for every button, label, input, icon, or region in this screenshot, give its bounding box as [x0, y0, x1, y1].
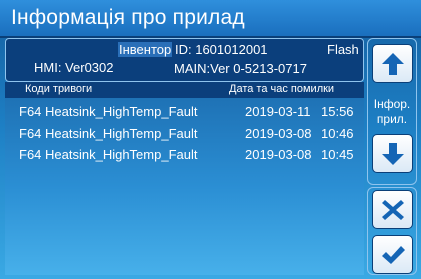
cancel-button[interactable] [372, 190, 413, 229]
main-version: MAIN:Ver 0-5213-0717 [174, 61, 307, 76]
device-info-label: Інфор. прил. [367, 97, 417, 127]
scroll-up-button[interactable] [372, 44, 413, 83]
device-info-panel: Інвентор ID: 1601012001 Flash HMI: Ver03… [5, 38, 364, 82]
confirm-button[interactable] [372, 235, 413, 274]
device-type-text: Інвентор [118, 42, 173, 57]
device-info-label-line1: Інфор. [373, 97, 411, 111]
alarm-time: 10:46 [321, 126, 354, 141]
table-row: F64 Heatsink_HighTemp_Fault 2019-03-11 1… [5, 103, 364, 122]
scroll-down-button[interactable] [372, 134, 413, 173]
alarm-table: Коди тривоги Дата та час помилки F64 Hea… [5, 82, 364, 275]
alarm-code: F64 Heatsink_HighTemp_Fault [19, 126, 198, 141]
page-title: Інформація про прилад [11, 6, 245, 29]
alarm-time: 15:56 [321, 104, 354, 119]
alarm-code: F64 Heatsink_HighTemp_Fault [19, 147, 198, 162]
table-row: F64 Heatsink_HighTemp_Fault 2019-03-08 1… [5, 125, 364, 144]
alarm-date: 2019-03-11 [245, 104, 311, 119]
alarm-date: 2019-03-08 [245, 147, 312, 162]
hmi-version: HMI: Ver0302 [34, 60, 114, 75]
title-bar: Інформація про прилад [0, 0, 421, 38]
table-row: F64 Heatsink_HighTemp_Fault 2019-03-08 1… [5, 146, 364, 165]
flash-label: Flash [327, 42, 359, 57]
header-fault-datetime: Дата та час помилки [229, 83, 335, 95]
alarm-time: 10:45 [321, 147, 354, 162]
table-header: Коди тривоги Дата та час помилки [5, 82, 364, 98]
header-alarm-codes: Коди тривоги [25, 83, 93, 95]
arrow-up-icon [381, 52, 404, 75]
alarm-code: F64 Heatsink_HighTemp_Fault [19, 104, 198, 119]
alarm-date: 2019-03-08 [245, 126, 312, 141]
close-icon [381, 199, 404, 220]
device-id: ID: 1601012001 [175, 42, 268, 57]
device-type-label: Інвентор [118, 41, 173, 58]
arrow-down-icon [381, 142, 404, 165]
check-icon [381, 245, 405, 264]
device-info-label-line2: прил. [376, 112, 408, 126]
